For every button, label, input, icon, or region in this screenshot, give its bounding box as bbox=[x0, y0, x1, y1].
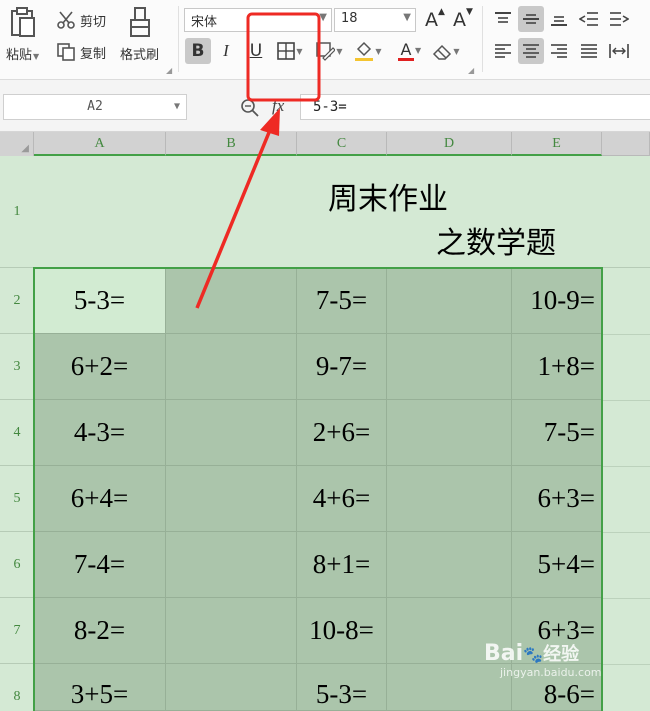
watermark-brand-2: 经验 bbox=[543, 644, 580, 665]
baidu-watermark: Bai🐾经验 jingyan.baidu.com bbox=[484, 641, 602, 679]
watermark-url: jingyan.baidu.com bbox=[500, 666, 602, 679]
annotation-arrow-line bbox=[195, 129, 272, 309]
arrowhead-icon bbox=[260, 108, 280, 136]
watermark-brand: Bai bbox=[484, 641, 524, 666]
highlight-box bbox=[246, 12, 321, 102]
annotation-overlay bbox=[195, 12, 321, 309]
